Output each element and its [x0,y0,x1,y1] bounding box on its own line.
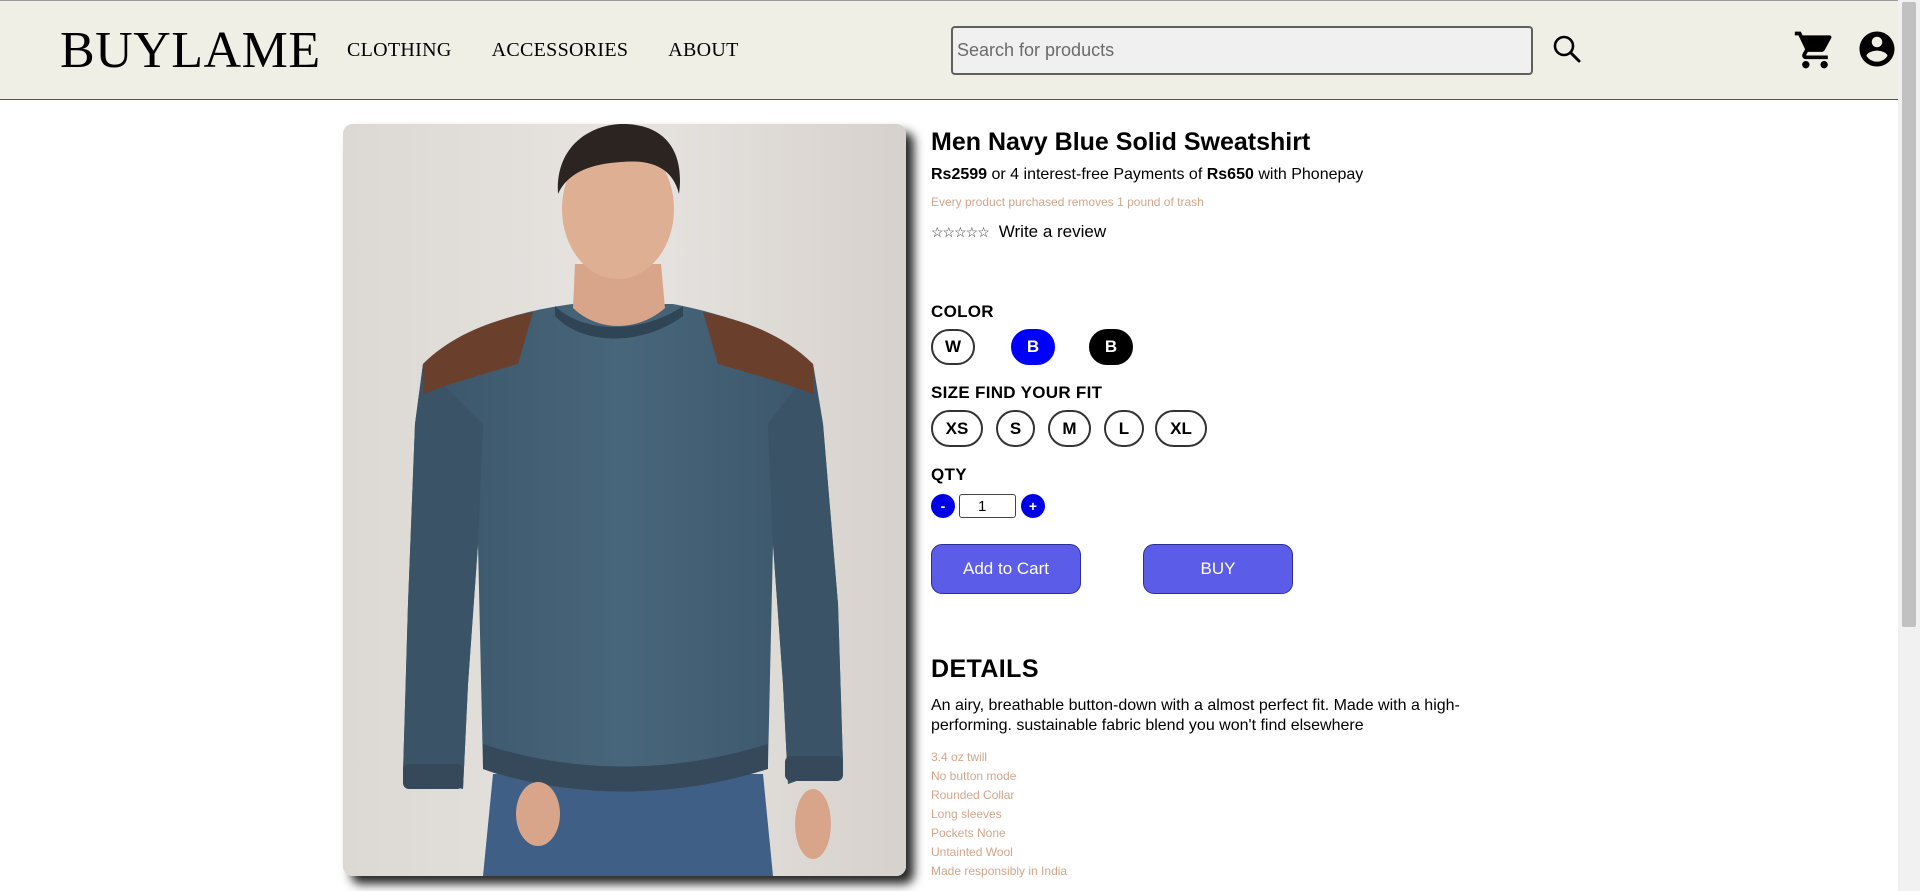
write-review-link[interactable]: Write a review [999,222,1106,242]
details-heading: DETAILS [931,655,1039,683]
installment-provider: with Phonepay [1258,166,1364,183]
size-l-button[interactable]: L [1104,410,1144,447]
feature-item: Made responsibly in India [931,864,1068,878]
feature-item: Pockets None [931,826,1006,840]
feature-list: 3.4 oz twill No button mode Rounded Coll… [931,748,1067,881]
color-swatch-black[interactable]: B [1089,329,1133,365]
product-title: Men Navy Blue Solid Sweatshirt [931,128,1311,156]
details-description: An airy, breathable button-down with a a… [931,697,1460,734]
size-xl-button[interactable]: XL [1155,410,1207,447]
qty-decrement-button[interactable]: - [931,494,955,518]
cart-icon[interactable] [1793,28,1837,72]
installment-text: or 4 interest-free Payments of [991,166,1203,183]
product-price: Rs2599 [931,166,988,183]
nav-clothing[interactable]: CLOTHING [347,39,452,62]
size-s-button[interactable]: S [996,410,1035,447]
qty-input[interactable] [959,494,1016,518]
qty-label: QTY [931,465,967,484]
color-label: COLOR [931,302,994,321]
trash-note: Every product purchased removes 1 pound … [931,195,1204,209]
site-logo[interactable]: BUYLAME [60,21,321,80]
search-input[interactable] [951,26,1533,75]
nav-about[interactable]: ABOUT [668,39,738,62]
search-icon[interactable] [1552,34,1582,64]
feature-item: Long sleeves [931,807,1002,821]
feature-item: Rounded Collar [931,788,1015,802]
size-xs-button[interactable]: XS [931,410,983,447]
nav-accessories[interactable]: ACCESSORIES [492,39,629,62]
rating-row: ☆☆☆☆☆ Write a review [931,222,1106,242]
color-swatch-blue[interactable]: B [1011,329,1055,365]
product-photo [343,124,906,876]
size-label: SIZE FIND YOUR FIT [931,383,1103,402]
feature-item: Untainted Wool [931,845,1013,859]
page-scrollbar[interactable] [1898,0,1920,891]
size-m-button[interactable]: M [1048,410,1091,447]
qty-increment-button[interactable]: + [1021,494,1045,518]
add-to-cart-button[interactable]: Add to Cart [931,544,1081,594]
feature-item: No button mode [931,769,1017,783]
main-nav: CLOTHING ACCESSORIES ABOUT [347,39,739,62]
feature-item: 3.4 oz twill [931,750,988,764]
site-header: BUYLAME CLOTHING ACCESSORIES ABOUT [0,0,1898,100]
installment-amount: Rs650 [1206,166,1254,183]
price-line: Rs2599 or 4 interest-free Payments of Rs… [931,166,1363,184]
color-swatch-white[interactable]: W [931,329,975,365]
account-icon[interactable] [1856,28,1898,70]
scrollbar-thumb[interactable] [1902,2,1916,627]
star-rating-icon[interactable]: ☆☆☆☆☆ [931,224,990,241]
buy-button[interactable]: BUY [1143,544,1293,594]
